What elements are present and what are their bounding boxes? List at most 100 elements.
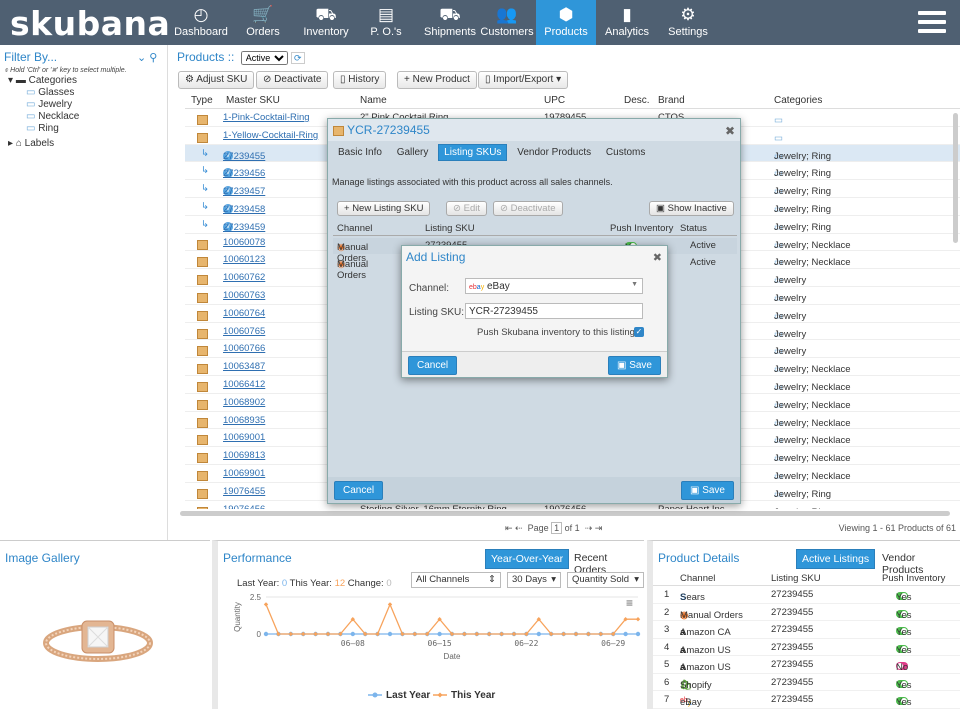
new-listing-sku-button[interactable]: + New Listing SKU <box>337 201 431 216</box>
table-row[interactable]: 4a Amazon US 27239455 Yes <box>653 639 960 656</box>
deactivate-listing-button[interactable]: ⊘ Deactivate <box>493 201 563 216</box>
nav-orders[interactable]: 🛒 Orders <box>238 0 288 45</box>
nav-dashboard[interactable]: ◴ Dashboard <box>173 0 229 45</box>
nav-products[interactable]: ⬢ Products <box>536 0 596 45</box>
deactivate-button[interactable]: ⊘ Deactivate <box>256 71 329 89</box>
master-sku-link[interactable]: 10060763 <box>223 290 265 301</box>
tab-listing-skus[interactable]: Listing SKUs <box>438 144 508 161</box>
refresh-icon[interactable]: ⟳ <box>291 52 305 64</box>
listing-sku-input[interactable]: YCR-27239455 <box>465 303 643 319</box>
master-sku-link[interactable]: 10069001 <box>223 432 265 443</box>
col-channel[interactable]: Channel <box>680 573 715 584</box>
master-sku-link[interactable]: 10060765 <box>223 326 265 337</box>
table-row[interactable]: 1S Sears 27239455 Yes <box>653 586 960 604</box>
chart-menu-icon[interactable]: ≡ <box>626 596 633 610</box>
new-product-button[interactable]: + New Product <box>397 71 477 89</box>
col-master-sku[interactable]: Master SKU <box>226 95 280 106</box>
tab-vendor-products[interactable]: Vendor Products <box>512 145 596 160</box>
master-sku-link[interactable]: 10068935 <box>223 415 265 426</box>
tree-category-item[interactable]: ▭ Ring <box>26 123 167 135</box>
master-sku-link[interactable]: 1-Pink-Cocktail-Ring <box>223 112 310 123</box>
master-sku-link[interactable]: 10060123 <box>223 254 265 265</box>
history-icon: ▯ <box>340 74 346 85</box>
image-gallery-panel: Image Gallery <box>0 540 210 709</box>
col-status[interactable]: Status <box>680 223 707 234</box>
history-button[interactable]: ▯ History <box>333 71 387 89</box>
push-inventory-checkbox[interactable]: ✓ <box>634 327 644 337</box>
table-row[interactable]: 7 eb a y eBay 27239455 Yes <box>653 691 960 709</box>
app-logo[interactable]: skubana <box>10 4 170 43</box>
nav-settings[interactable]: ⚙ Settings <box>664 0 712 45</box>
tab-active-listings[interactable]: Active Listings <box>796 549 876 569</box>
tree-categories[interactable]: ▾ ▬ Categories <box>8 75 167 87</box>
channel-name: Shopify <box>680 679 712 691</box>
range-select[interactable]: 30 Days ▾ <box>507 572 561 588</box>
master-sku-link[interactable]: 10060078 <box>223 237 265 248</box>
master-sku-link[interactable]: 10069813 <box>223 450 265 461</box>
master-sku-link[interactable]: 19076456 <box>223 504 265 509</box>
adjust-sku-button[interactable]: ⚙ Adjust SKU <box>178 71 255 89</box>
show-inactive-button[interactable]: ▣ Show Inactive <box>649 201 734 216</box>
ring-image[interactable] <box>42 609 154 671</box>
master-sku-link[interactable]: 10063487 <box>223 361 265 372</box>
status-filter-select[interactable]: Active <box>240 51 288 65</box>
nav-shipments[interactable]: ⛟ Shipments <box>418 0 482 45</box>
nav-p-o-s[interactable]: ▤ P. O.'s <box>364 0 408 45</box>
master-sku-link[interactable]: 10060762 <box>223 272 265 283</box>
col-desc[interactable]: Desc. <box>624 95 650 106</box>
master-sku-link[interactable]: 10066412 <box>223 379 265 390</box>
close-icon[interactable]: ✖ <box>725 124 735 138</box>
import-export-button[interactable]: ▯ Import/Export ▾ <box>478 71 569 89</box>
col-name[interactable]: Name <box>360 95 387 106</box>
nav-inventory[interactable]: ⛟ Inventory <box>290 0 362 45</box>
row-number: 2 <box>664 606 670 618</box>
cancel-button[interactable]: Cancel <box>408 356 458 375</box>
master-sku-link[interactable]: 10060764 <box>223 308 265 319</box>
master-sku-link[interactable]: 10068902 <box>223 397 265 408</box>
tree-category-item[interactable]: ▭ Necklace <box>26 111 167 123</box>
table-row[interactable]: 3a Amazon CA 27239455 Yes <box>653 621 960 639</box>
col-type[interactable]: Type <box>191 95 213 106</box>
col-listing-sku[interactable]: Listing SKU <box>425 223 475 234</box>
channel-filter-select[interactable]: All Channels ⇕ <box>411 572 501 588</box>
tree-category-item[interactable]: ▭ Jewelry <box>26 99 167 111</box>
close-icon[interactable]: ✖ <box>653 251 662 264</box>
tab-basic-info[interactable]: Basic Info <box>333 145 387 160</box>
table-row[interactable]: 2 ◉ Manual Orders 27239455 Yes <box>653 604 960 621</box>
performance-chart[interactable]: 2.5 0 Quantity 06–08 06–15 06–22 06–29 Date ≡ Las… <box>218 589 650 709</box>
table-row[interactable]: 5a Amazon US 27239455 No <box>653 656 960 674</box>
channel-select[interactable]: ebay eBay ▼ <box>465 278 643 294</box>
cancel-button[interactable]: Cancel <box>334 481 384 500</box>
tree-category-item[interactable]: ▭ Glasses <box>26 87 167 99</box>
master-sku-link[interactable]: 10069901 <box>223 468 265 479</box>
legend-label[interactable]: This Year <box>451 690 495 701</box>
nav-analytics[interactable]: ▮ Analytics <box>602 0 652 45</box>
col-push-inventory[interactable]: Push Inventory <box>610 223 673 234</box>
col-brand[interactable]: Brand <box>658 95 685 106</box>
page-input[interactable]: 1 <box>551 522 563 534</box>
save-button[interactable]: ▣ Save <box>607 356 661 375</box>
table-row[interactable]: 6 🛍 Shopify 27239455 Yes <box>653 674 960 691</box>
tree-labels[interactable]: ▸ ⌂ Labels <box>8 138 167 150</box>
grid-horizontal-scrollbar[interactable] <box>180 511 950 516</box>
col-categories[interactable]: Categories <box>774 95 822 106</box>
col-upc[interactable]: UPC <box>544 95 565 106</box>
tab-gallery[interactable]: Gallery <box>392 145 434 160</box>
master-sku-link[interactable]: 1-Yellow-Cocktail-Ring <box>223 130 318 141</box>
master-sku-link[interactable]: 10060766 <box>223 343 265 354</box>
filter-search-icon[interactable]: ⌄ ⚲ <box>137 51 157 64</box>
nav-customers[interactable]: 👥 Customers <box>480 0 534 45</box>
tab-customs[interactable]: Customs <box>601 145 650 160</box>
col-listing-sku[interactable]: Listing SKU <box>771 573 821 584</box>
master-sku-link[interactable]: 19076455 <box>223 486 265 497</box>
edit-listing-button[interactable]: ⊘ Edit <box>446 201 487 216</box>
legend-label[interactable]: Last Year <box>386 690 430 701</box>
save-button[interactable]: ▣ Save <box>680 481 734 500</box>
metric-select[interactable]: Quantity Sold ▾ <box>567 572 644 588</box>
hamburger-menu-icon[interactable] <box>918 11 946 33</box>
col-push-inventory[interactable]: Push Inventory <box>882 573 945 584</box>
tab-year-over-year[interactable]: Year-Over-Year <box>485 549 570 569</box>
grid-vertical-scrollbar[interactable] <box>953 113 958 243</box>
top-nav-bar: skubana ◴ Dashboard 🛒 Orders ⛟ Inventory ▤ P. O… <box>0 0 960 45</box>
col-channel[interactable]: Channel <box>337 223 372 234</box>
